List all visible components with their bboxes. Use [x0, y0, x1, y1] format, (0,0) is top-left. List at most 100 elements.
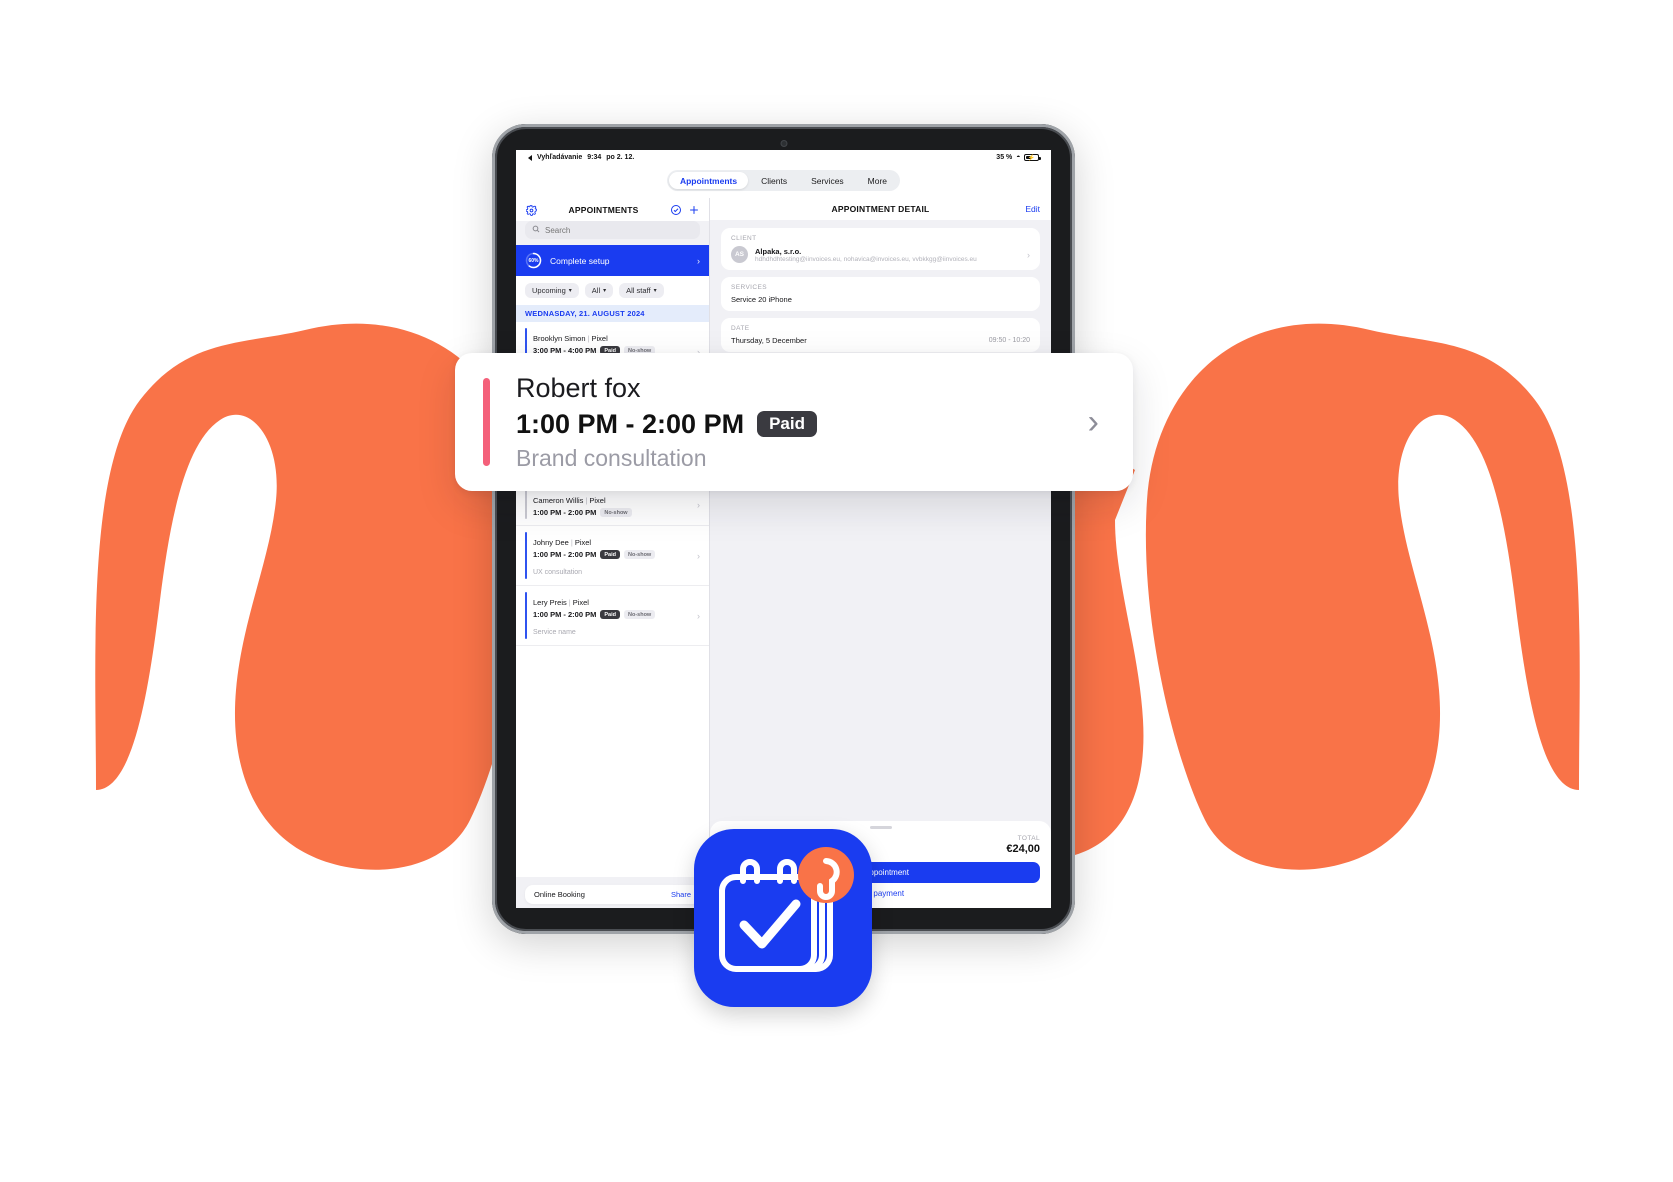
tablet-device: Vyhľadávanie 9:34 po 2. 12. 35 % ◓ ⚡ App… — [492, 124, 1075, 934]
appointment-body: Lery Preis | Pixel 1:00 PM - 2:00 PM Paid … — [533, 592, 691, 639]
filter-all-staff[interactable]: All staff ▾ — [619, 283, 664, 298]
date-label: DATE — [731, 325, 750, 332]
setup-progress-ring: 60% — [525, 252, 542, 269]
sheet-grabber[interactable] — [869, 826, 892, 829]
filter-all-staff-label: All staff — [626, 286, 651, 295]
chevron-right-icon: › — [697, 499, 700, 510]
appointment-time-line: 1:00 PM - 2:00 PM Paid No-show — [533, 610, 691, 619]
status-badge: No-show — [623, 550, 656, 559]
chevron-down-icon: ▾ — [568, 288, 572, 294]
avatar: AS — [731, 246, 748, 263]
appointment-client-line: Lery Preis | Pixel — [533, 598, 589, 607]
highlighted-service: Brand consultation — [516, 444, 707, 471]
complete-setup-banner[interactable]: 60% Complete setup › — [516, 245, 709, 276]
table-row[interactable]: Lery Preis | Pixel 1:00 PM - 2:00 PM Paid … — [516, 586, 709, 646]
highlighted-time: 1:00 PM - 2:00 PM — [516, 408, 745, 439]
chevron-down-icon: ▾ — [653, 288, 657, 294]
front-camera — [780, 140, 787, 147]
tab-appointments[interactable]: Appointments — [668, 172, 749, 189]
filter-all[interactable]: All ▾ — [584, 283, 614, 298]
services-label: SERVICES — [731, 284, 767, 291]
filter-all-label: All — [591, 286, 601, 295]
date-row: Thursday, 5 December 09:50 - 10:20 — [731, 336, 1030, 345]
appointments-pane: APPOINTMENTS Search 60% Complete setup ›… — [516, 198, 709, 908]
client-row[interactable]: AS Alpaka, s.r.o. hdhdhdhtesting@iinvoic… — [731, 246, 1030, 263]
chevron-right-icon: › — [697, 255, 700, 266]
appointment-client: Lery Preis — [533, 598, 567, 607]
search-field[interactable] — [525, 221, 700, 239]
table-row[interactable]: Johny Dee | Pixel 1:00 PM - 2:00 PM Paid N… — [516, 526, 709, 586]
page-title: APPOINTMENT DETAIL — [831, 204, 930, 214]
appointment-client-line: Brooklyn Simon | Pixel — [533, 334, 608, 343]
filter-upcoming[interactable]: Upcoming ▾ — [525, 283, 579, 298]
date-card[interactable]: DATE Thursday, 5 December 09:50 - 10:20 — [721, 318, 1040, 352]
charging-bolt-icon: ⚡ — [1027, 155, 1036, 161]
setup-banner-label: Complete setup — [550, 255, 610, 266]
top-tabbar: Appointments Clients Services More — [666, 170, 901, 191]
chevron-right-icon[interactable]: › — [1088, 405, 1099, 439]
appointment-time: 1:00 PM - 2:00 PM — [533, 610, 597, 619]
appointment-color-bar — [525, 592, 527, 639]
appointment-time: 1:00 PM - 2:00 PM — [533, 508, 597, 517]
chevron-right-icon: › — [697, 610, 700, 621]
services-value: Service 20 iPhone — [731, 295, 792, 304]
appointment-client-line: Cameron Willis | Pixel — [533, 496, 606, 505]
appointment-color-bar — [483, 378, 490, 466]
client-text: Alpaka, s.r.o. hdhdhdhtesting@iinvoices.… — [755, 247, 1020, 263]
status-badge: Paid — [757, 411, 817, 437]
highlighted-client-name: Robert fox — [516, 372, 641, 403]
client-card: CLIENT AS Alpaka, s.r.o. hdhdhdhtesting@… — [721, 228, 1040, 270]
appointment-client: Cameron Willis — [533, 496, 584, 505]
filter-upcoming-label: Upcoming — [532, 286, 566, 295]
appointment-body: Cameron Willis | Pixel 1:00 PM - 2:00 PM N… — [533, 490, 691, 519]
status-date: po 2. 12. — [606, 154, 635, 161]
tab-services[interactable]: Services — [800, 172, 855, 189]
filter-row: Upcoming ▾ All ▾ All staff ▾ — [516, 276, 709, 305]
client-emails: hdhdhdhtesting@iinvoices.eu, nohavica@in… — [755, 255, 977, 263]
highlighted-appointment-card[interactable]: Robert fox 1:00 PM - 2:00 PM Paid Brand … — [455, 353, 1133, 491]
appointment-time-line: 1:00 PM - 2:00 PM Paid No-show — [533, 550, 691, 559]
appointment-service: UX consultation — [533, 569, 583, 576]
gear-icon[interactable] — [525, 204, 537, 216]
detail-header: APPOINTMENT DETAIL Edit — [710, 198, 1051, 220]
tab-more[interactable]: More — [857, 172, 898, 189]
chevron-down-icon: ▾ — [603, 288, 607, 294]
search-input[interactable] — [545, 225, 693, 235]
status-bar-left: Vyhľadávanie 9:34 po 2. 12. — [528, 154, 634, 161]
edit-button[interactable]: Edit — [1025, 204, 1040, 214]
appointment-detail-pane: APPOINTMENT DETAIL Edit CLIENT AS Alpaka… — [710, 198, 1051, 908]
appointment-source: Pixel — [589, 496, 606, 505]
tab-clients[interactable]: Clients — [750, 172, 798, 189]
day-header: WEDNASDAY, 21. AUGUST 2024 — [516, 305, 709, 322]
highlighted-time-row: 1:00 PM - 2:00 PM Paid — [516, 409, 1088, 440]
tablet-screen: Vyhľadávanie 9:34 po 2. 12. 35 % ◓ ⚡ App… — [516, 150, 1051, 908]
client-label: CLIENT — [731, 235, 757, 242]
plus-icon[interactable] — [688, 204, 700, 216]
date-value: Thursday, 5 December — [731, 336, 807, 345]
page-root: Vyhľadávanie 9:34 po 2. 12. 35 % ◓ ⚡ App… — [0, 0, 1673, 1182]
status-back-app-label: Vyhľadávanie — [537, 154, 583, 161]
appointment-service: Service name — [533, 629, 576, 636]
wifi-icon: ◓ — [1016, 154, 1020, 161]
appointment-source: Pixel — [574, 538, 592, 547]
online-booking-bar[interactable]: Online Booking Share — [525, 885, 700, 904]
back-arrow-icon — [528, 154, 532, 161]
appointment-client: Johny Dee — [533, 538, 569, 547]
appointment-color-bar — [525, 532, 527, 579]
appointment-color-bar — [525, 490, 527, 519]
status-badge: Paid — [600, 550, 620, 559]
appointments-title: APPOINTMENTS — [568, 205, 639, 215]
online-booking-label: Online Booking — [534, 890, 585, 899]
appointment-time: 1:00 PM - 2:00 PM — [533, 550, 597, 559]
status-badge: No-show — [623, 610, 656, 619]
status-badge: Paid — [600, 610, 620, 619]
appointments-header: APPOINTMENTS — [516, 198, 709, 221]
date-time-range: 09:50 - 10:20 — [988, 337, 1030, 344]
check-circle-icon[interactable] — [670, 204, 682, 216]
setup-progress-label: 60% — [528, 257, 539, 264]
chevron-right-icon: › — [697, 550, 700, 561]
status-time: 9:34 — [587, 154, 602, 161]
share-button[interactable]: Share — [671, 890, 691, 899]
services-card[interactable]: SERVICES Service 20 iPhone — [721, 277, 1040, 311]
battery-icon: ⚡ — [1024, 154, 1041, 161]
